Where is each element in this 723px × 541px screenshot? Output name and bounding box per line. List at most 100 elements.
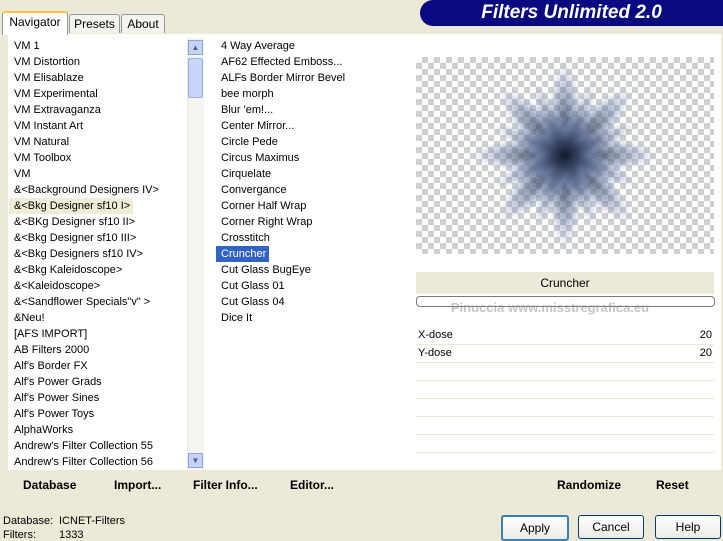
- list-item[interactable]: AlphaWorks: [9, 422, 185, 438]
- param-label: X-dose: [418, 329, 453, 341]
- list-item[interactable]: VM Extravaganza: [9, 102, 185, 118]
- list-item[interactable]: ALFs Border Mirror Bevel: [216, 70, 410, 86]
- param-row-x-dose[interactable]: X-dose 20: [416, 327, 714, 345]
- list-item-label: AF62 Effected Emboss...: [221, 56, 343, 68]
- list-item-label: Alf's Power Sines: [14, 392, 100, 404]
- list-item[interactable]: 4 Way Average: [216, 38, 410, 54]
- list-item[interactable]: VM Toolbox: [9, 150, 185, 166]
- list-item[interactable]: [AFS IMPORT]: [9, 326, 185, 342]
- list-item[interactable]: Cut Glass 04: [216, 294, 410, 310]
- list-item-label: Circus Maximus: [221, 152, 300, 164]
- list-item[interactable]: &<Background Designers IV>: [9, 182, 185, 198]
- preview-effect: [470, 60, 660, 250]
- database-value: ICNET-Filters: [59, 515, 125, 527]
- list-item[interactable]: Blur 'em!...: [216, 102, 410, 118]
- param-row-empty: [416, 381, 714, 399]
- list-item[interactable]: VM Natural: [9, 134, 185, 150]
- list-item-label: AlphaWorks: [14, 424, 74, 436]
- list-item[interactable]: &<Bkg Designer sf10 III>: [9, 230, 185, 246]
- database-button[interactable]: Database: [23, 470, 76, 500]
- list-item-label: VM Experimental: [14, 88, 98, 100]
- list-item[interactable]: Convergance: [216, 182, 410, 198]
- param-label: Y-dose: [418, 347, 452, 359]
- category-scrollbar[interactable]: ▲ ▼: [187, 38, 204, 470]
- list-item[interactable]: Alf's Border FX: [9, 358, 185, 374]
- param-row-empty: [416, 399, 714, 417]
- list-item[interactable]: Corner Half Wrap: [216, 198, 410, 214]
- list-item-label: &<Kaleidoscope>: [14, 280, 101, 292]
- preview-image: [416, 57, 714, 254]
- param-value: 20: [699, 347, 712, 359]
- list-item-label: VM Toolbox: [14, 152, 72, 164]
- list-item[interactable]: Andrew's Filter Collection 56: [9, 454, 185, 470]
- list-item-label: bee morph: [221, 88, 274, 100]
- list-item[interactable]: Alf's Power Grads: [9, 374, 185, 390]
- list-item-label: AB Filters 2000: [14, 344, 90, 356]
- list-item[interactable]: Cirquelate: [216, 166, 410, 182]
- list-item[interactable]: Corner Right Wrap: [216, 214, 410, 230]
- tab-navigator[interactable]: Navigator: [2, 11, 68, 35]
- editor-button[interactable]: Editor...: [290, 470, 334, 500]
- list-item[interactable]: VM Instant Art: [9, 118, 185, 134]
- list-item-label: Corner Half Wrap: [221, 200, 307, 212]
- list-item[interactable]: VM 1: [9, 38, 185, 54]
- list-item[interactable]: Dice It: [216, 310, 410, 326]
- apply-button[interactable]: Apply: [501, 515, 569, 541]
- list-item[interactable]: &Neu!: [9, 310, 185, 326]
- list-item[interactable]: bee morph: [216, 86, 410, 102]
- tab-presets[interactable]: Presets: [69, 14, 120, 33]
- list-item[interactable]: Center Mirror...: [216, 118, 410, 134]
- list-item[interactable]: Cruncher: [216, 246, 410, 262]
- import-button[interactable]: Import...: [114, 470, 161, 500]
- list-item[interactable]: &<BKg Designer sf10 II>: [9, 214, 185, 230]
- category-list[interactable]: VM 1 VM Distortion VM Elisablaze VM Experim…: [9, 38, 185, 470]
- tab-about[interactable]: About: [121, 14, 165, 33]
- list-item[interactable]: &<Bkg Designer sf10 I>: [9, 198, 185, 214]
- list-item-label: VM Elisablaze: [14, 72, 84, 84]
- list-item-label: Blur 'em!...: [221, 104, 274, 116]
- list-item[interactable]: &<Bkg Designers sf10 IV>: [9, 246, 185, 262]
- scroll-thumb[interactable]: [188, 58, 203, 98]
- list-item-label: Alf's Border FX: [14, 360, 88, 372]
- list-item[interactable]: Andrew's Filter Collection 55: [9, 438, 185, 454]
- list-item[interactable]: VM Distortion: [9, 54, 185, 70]
- param-row-empty: [416, 417, 714, 435]
- list-item[interactable]: Alf's Power Toys: [9, 406, 185, 422]
- list-item[interactable]: Circus Maximus: [216, 150, 410, 166]
- list-item-label: Center Mirror...: [221, 120, 295, 132]
- list-item[interactable]: &<Sandflower Specials"v" >: [9, 294, 185, 310]
- help-button[interactable]: Help: [655, 515, 721, 539]
- list-item[interactable]: Alf's Power Sines: [9, 390, 185, 406]
- list-item[interactable]: VM: [9, 166, 185, 182]
- filter-info-button[interactable]: Filter Info...: [193, 470, 258, 500]
- list-item-label: Dice It: [221, 312, 253, 324]
- cancel-button[interactable]: Cancel: [578, 515, 644, 539]
- list-item[interactable]: Cut Glass BugEye: [216, 262, 410, 278]
- scroll-up-button[interactable]: ▲: [188, 40, 203, 55]
- param-row-y-dose[interactable]: Y-dose 20: [416, 345, 714, 363]
- selected-filter-name: Cruncher: [416, 272, 714, 294]
- list-item[interactable]: Crosstitch: [216, 230, 410, 246]
- scroll-down-button[interactable]: ▼: [188, 453, 203, 468]
- list-item-label: &<Background Designers IV>: [14, 184, 159, 196]
- list-item[interactable]: Circle Pede: [216, 134, 410, 150]
- filters-value: 1333: [59, 529, 84, 541]
- list-item[interactable]: VM Experimental: [9, 86, 185, 102]
- filter-list[interactable]: 4 Way Average AF62 Effected Emboss... ALFs…: [216, 38, 410, 470]
- filters-label: Filters:: [3, 529, 36, 541]
- list-item[interactable]: VM Elisablaze: [9, 70, 185, 86]
- param-row-empty: [416, 435, 714, 453]
- list-item[interactable]: &<Bkg Kaleidoscope>: [9, 262, 185, 278]
- list-item[interactable]: Cut Glass 01: [216, 278, 410, 294]
- list-item[interactable]: AF62 Effected Emboss...: [216, 54, 410, 70]
- list-item-label: VM Natural: [14, 136, 70, 148]
- reset-button[interactable]: Reset: [656, 470, 689, 500]
- list-item[interactable]: &<Kaleidoscope>: [9, 278, 185, 294]
- list-item-label: VM: [14, 168, 31, 180]
- randomize-button[interactable]: Randomize: [557, 470, 621, 500]
- app-banner: Filters Unlimited 2.0: [420, 0, 723, 26]
- list-item-label: VM Instant Art: [14, 120, 84, 132]
- list-item-label: Corner Right Wrap: [221, 216, 313, 228]
- param-row-empty: [416, 453, 714, 471]
- list-item[interactable]: AB Filters 2000: [9, 342, 185, 358]
